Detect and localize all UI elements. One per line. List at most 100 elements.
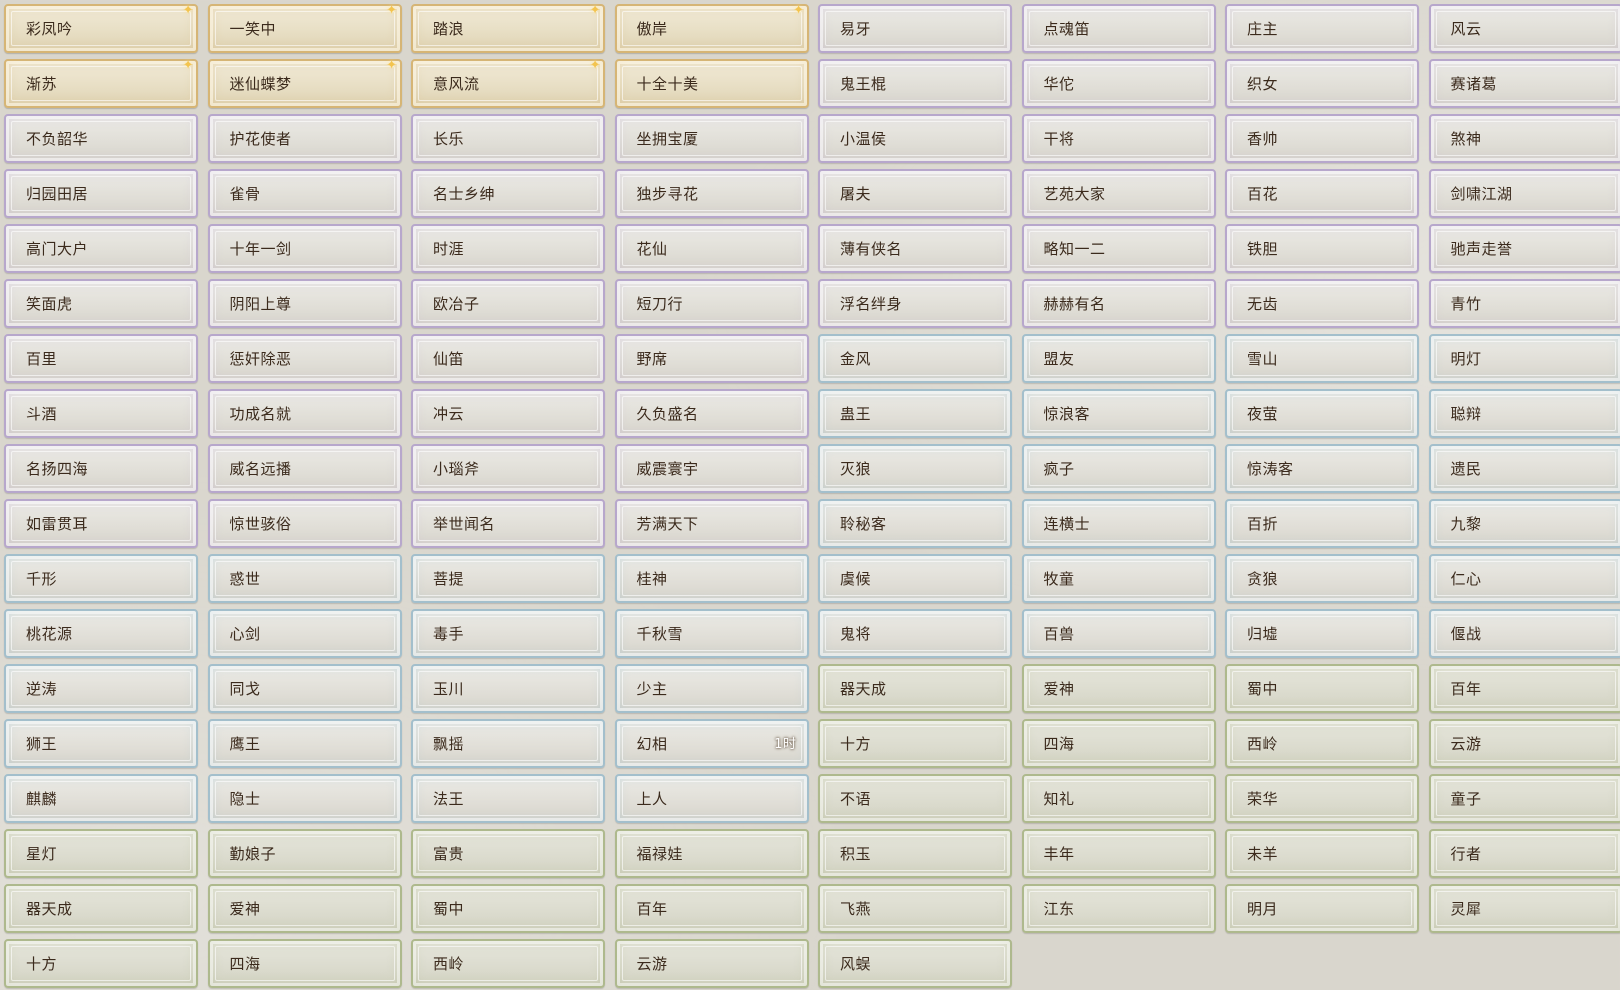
- title-tile[interactable]: 踏浪 ✦: [411, 4, 605, 53]
- title-tile[interactable]: 小瑙斧: [411, 444, 605, 493]
- title-tile[interactable]: 云游: [1428, 719, 1620, 768]
- title-tile[interactable]: 飞燕: [818, 884, 1012, 933]
- title-tile[interactable]: 法王: [411, 774, 605, 823]
- title-tile[interactable]: 驰声走誉: [1428, 224, 1620, 273]
- title-tile[interactable]: 一笑中 ✦: [207, 4, 402, 53]
- title-tile[interactable]: 麒麟: [4, 774, 198, 823]
- title-tile[interactable]: 名扬四海: [4, 444, 198, 493]
- title-tile[interactable]: 十年一剑: [207, 224, 402, 273]
- title-tile[interactable]: 千形: [4, 554, 198, 603]
- title-tile[interactable]: 短刀行: [614, 279, 809, 328]
- title-tile[interactable]: 仁心: [1428, 554, 1620, 603]
- title-tile[interactable]: 金风: [818, 334, 1012, 383]
- title-tile[interactable]: 行者: [1428, 829, 1620, 878]
- title-tile[interactable]: 灭狼: [818, 444, 1012, 493]
- title-tile[interactable]: 归墟: [1225, 609, 1419, 658]
- title-tile[interactable]: 惊涛客: [1225, 444, 1419, 493]
- title-tile[interactable]: 不语: [818, 774, 1012, 823]
- title-tile[interactable]: 仙笛: [411, 334, 605, 383]
- title-tile[interactable]: 盟友: [1021, 334, 1216, 383]
- title-tile[interactable]: 未羊: [1225, 829, 1419, 878]
- title-tile[interactable]: 易牙: [818, 4, 1012, 53]
- title-tile[interactable]: 雀骨: [207, 169, 402, 218]
- title-tile[interactable]: 虞候: [818, 554, 1012, 603]
- title-tile[interactable]: 鬼将: [818, 609, 1012, 658]
- title-tile[interactable]: 久负盛名: [614, 389, 809, 438]
- title-tile[interactable]: 知礼: [1021, 774, 1216, 823]
- title-tile[interactable]: 花仙: [614, 224, 809, 273]
- title-tile[interactable]: 如雷贯耳: [4, 499, 198, 548]
- title-tile[interactable]: 高门大户: [4, 224, 198, 273]
- title-tile[interactable]: 百年: [614, 884, 809, 933]
- title-tile[interactable]: 归园田居: [4, 169, 198, 218]
- title-tile[interactable]: 铁胆: [1225, 224, 1419, 273]
- title-tile[interactable]: 疯子: [1021, 444, 1216, 493]
- title-tile[interactable]: 器天成: [4, 884, 198, 933]
- title-tile[interactable]: 芳满天下: [614, 499, 809, 548]
- title-tile[interactable]: 明月: [1225, 884, 1419, 933]
- title-tile[interactable]: 蛊王: [818, 389, 1012, 438]
- title-tile[interactable]: 干将: [1021, 114, 1216, 163]
- title-tile[interactable]: 护花使者: [207, 114, 402, 163]
- title-tile[interactable]: 爱神: [207, 884, 402, 933]
- title-tile[interactable]: 百兽: [1021, 609, 1216, 658]
- title-tile[interactable]: 浮名绊身: [818, 279, 1012, 328]
- title-tile[interactable]: 童子: [1428, 774, 1620, 823]
- title-tile[interactable]: 煞神: [1428, 114, 1620, 163]
- title-tile[interactable]: 香帅: [1225, 114, 1419, 163]
- title-tile[interactable]: 爱神: [1021, 664, 1216, 713]
- title-tile[interactable]: 意风流 ✦: [411, 59, 605, 108]
- title-tile[interactable]: 剑啸江湖: [1428, 169, 1620, 218]
- title-tile[interactable]: 毒手: [411, 609, 605, 658]
- title-tile[interactable]: 鬼王棍: [818, 59, 1012, 108]
- title-tile[interactable]: 蜀中: [1225, 664, 1419, 713]
- title-tile[interactable]: 华佗: [1021, 59, 1216, 108]
- title-tile[interactable]: 星灯: [4, 829, 198, 878]
- title-tile[interactable]: 十方: [4, 939, 198, 988]
- title-tile[interactable]: 菩提: [411, 554, 605, 603]
- title-tile[interactable]: 青竹: [1428, 279, 1620, 328]
- title-tile[interactable]: 玉川: [411, 664, 605, 713]
- title-tile[interactable]: 斗酒: [4, 389, 198, 438]
- title-tile[interactable]: 十方: [818, 719, 1012, 768]
- title-tile[interactable]: 福禄娃: [614, 829, 809, 878]
- title-tile[interactable]: 不负韶华: [4, 114, 198, 163]
- title-tile[interactable]: 聆秘客: [818, 499, 1012, 548]
- title-tile[interactable]: 坐拥宝厦: [614, 114, 809, 163]
- title-tile[interactable]: 夜萤: [1225, 389, 1419, 438]
- title-tile[interactable]: 桂神: [614, 554, 809, 603]
- title-tile[interactable]: 赛诸葛: [1428, 59, 1620, 108]
- title-tile[interactable]: 庄主: [1225, 4, 1419, 53]
- title-tile[interactable]: 少主: [614, 664, 809, 713]
- title-tile[interactable]: 千秋雪: [614, 609, 809, 658]
- title-tile[interactable]: 蜀中: [411, 884, 605, 933]
- title-tile[interactable]: 西岭: [1225, 719, 1419, 768]
- title-tile[interactable]: 隐士: [207, 774, 402, 823]
- title-tile[interactable]: 阴阳上尊: [207, 279, 402, 328]
- title-tile[interactable]: 风蜈: [818, 939, 1012, 988]
- title-tile[interactable]: 荣华: [1225, 774, 1419, 823]
- title-tile[interactable]: 百年: [1428, 664, 1620, 713]
- title-tile[interactable]: 云游: [614, 939, 809, 988]
- title-tile[interactable]: 薄有侠名: [818, 224, 1012, 273]
- title-tile[interactable]: 同戈: [207, 664, 402, 713]
- title-tile[interactable]: 积玉: [818, 829, 1012, 878]
- title-tile[interactable]: 迷仙蝶梦 ✦: [207, 59, 402, 108]
- title-tile[interactable]: 西岭: [411, 939, 605, 988]
- title-tile[interactable]: 江东: [1021, 884, 1216, 933]
- title-tile[interactable]: 聪辩: [1428, 389, 1620, 438]
- title-tile[interactable]: 四海: [1021, 719, 1216, 768]
- title-tile[interactable]: 勤娘子: [207, 829, 402, 878]
- title-tile[interactable]: 点魂笛: [1021, 4, 1216, 53]
- title-tile[interactable]: 惊浪客: [1021, 389, 1216, 438]
- title-tile[interactable]: 遗民: [1428, 444, 1620, 493]
- title-tile[interactable]: 灵犀: [1428, 884, 1620, 933]
- title-tile[interactable]: 雪山: [1225, 334, 1419, 383]
- title-tile[interactable]: 屠夫: [818, 169, 1012, 218]
- title-tile[interactable]: 百折: [1225, 499, 1419, 548]
- title-tile[interactable]: 桃花源: [4, 609, 198, 658]
- title-tile[interactable]: 飘摇: [411, 719, 605, 768]
- title-tile[interactable]: 贪狼: [1225, 554, 1419, 603]
- title-tile[interactable]: 十全十美: [614, 59, 809, 108]
- title-tile[interactable]: 功成名就: [207, 389, 402, 438]
